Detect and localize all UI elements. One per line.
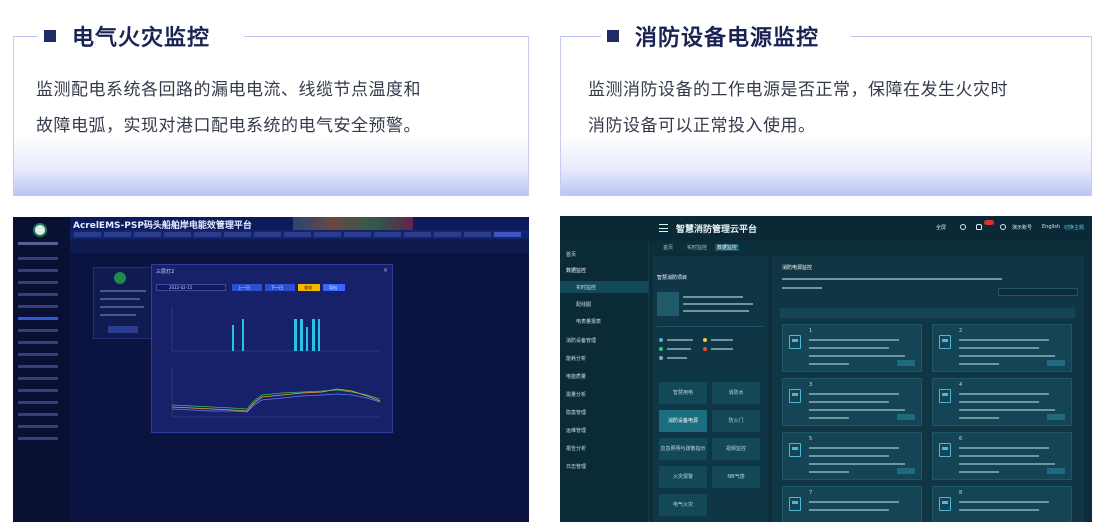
meter-icon [939, 335, 951, 349]
more-button[interactable] [1047, 360, 1065, 366]
tile-smart-electricity[interactable]: 智慧用电 [659, 382, 707, 404]
sidebar-item-home[interactable]: 首页 [566, 251, 576, 258]
device-card[interactable]: 2 [932, 324, 1072, 372]
square-bullet-icon [44, 30, 56, 42]
more-button[interactable] [1047, 414, 1065, 420]
device-card[interactable]: 1 [782, 324, 922, 372]
sidebar-item-demand[interactable]: 需量分析 [566, 391, 586, 398]
settings-icon[interactable] [960, 224, 966, 230]
modal-title: 三层灯2 [156, 269, 175, 275]
app-title: 智慧消防管理云平台 [676, 225, 758, 235]
group-header [780, 308, 1075, 318]
sidebar-item-report[interactable]: 报告分析 [566, 445, 586, 452]
sidebar: 首页 数据监控 实时监控 配线图 电表量报表 消防设备管理 能耗分析 电能质量 … [560, 241, 649, 522]
next-day-button[interactable]: 下一日 [265, 284, 295, 291]
history-modal: 三层灯2 × 2022-02-15 上一日 下一日 查询 导出 [151, 264, 393, 433]
project-panel: 智慧消防项目 智慧用电 消防水 消防设备电源 防火门 应急照明与疏散指示 视频监… [653, 256, 768, 522]
meter-icon [939, 443, 951, 457]
device-panel: 消防电源监控 1 2 3 4 5 6 7 8 [772, 256, 1084, 522]
card-description: 监测配电系统各回路的漏电电流、线缆节点温度和 故障电弧，实现对港口配电系统的电气… [36, 80, 421, 136]
meter-icon [789, 335, 801, 349]
electrical-fire-platform-screenshot: AcrelEMS-PSP码头船舶岸电能效管理平台 三层灯2 × 2022-02-… [13, 217, 529, 522]
fire-cloud-platform-screenshot: 智慧消防管理云平台 全屏 演示账号 English 切换主题 首页 数据监控 实… [560, 216, 1092, 522]
meter-icon [789, 443, 801, 457]
meter-icon [789, 389, 801, 403]
tile-fire-water[interactable]: 消防水 [712, 382, 760, 404]
tile-electrical-fire[interactable]: 电气火灾 [659, 494, 707, 516]
device-card[interactable]: 4 [932, 378, 1072, 426]
prev-day-button[interactable]: 上一日 [232, 284, 262, 291]
sidebar-item-realtime[interactable]: 实时监控 [576, 284, 596, 291]
bell-icon[interactable] [976, 224, 982, 230]
close-icon[interactable]: × [383, 267, 388, 274]
temperature-chart [171, 367, 381, 418]
square-bullet-icon [607, 30, 619, 42]
device-card[interactable]: 5 [782, 432, 922, 480]
top-bar: 智慧消防管理云平台 全屏 演示账号 English 切换主题 [560, 216, 1092, 241]
sidebar-item-wiring[interactable]: 配线图 [576, 301, 591, 308]
tile-fire-door[interactable]: 防火门 [712, 410, 760, 432]
meter-icon [789, 497, 801, 511]
device-card[interactable]: 7 [782, 486, 922, 522]
device-card[interactable]: 6 [932, 432, 1072, 480]
sidebar [13, 217, 70, 522]
sidebar-item-power-quality[interactable]: 电能质量 [566, 373, 586, 380]
meter-icon [939, 497, 951, 511]
more-button[interactable] [897, 414, 915, 420]
meter-icon [939, 389, 951, 403]
leakage-current-chart [171, 307, 380, 352]
device-info-panel [93, 267, 153, 339]
logo-icon [33, 223, 47, 237]
sidebar-item-energy[interactable]: 能耗分析 [566, 355, 586, 362]
tile-nb-gas[interactable]: NB气感 [712, 466, 760, 488]
card-title: 电气火灾监控 [72, 26, 211, 51]
tile-fire-equipment-power[interactable]: 消防设备电源 [659, 410, 707, 432]
tab-strip [70, 230, 529, 239]
sidebar-item-hazard[interactable]: 隐患管理 [566, 409, 586, 416]
section-title: 消防电源监控 [782, 265, 813, 271]
fullscreen-button[interactable]: 全屏 [936, 224, 946, 231]
sidebar-item-log[interactable]: 日志管理 [566, 463, 586, 470]
tile-emergency-lighting[interactable]: 应急照明与疏散指示 [659, 438, 707, 460]
device-card[interactable]: 3 [782, 378, 922, 426]
building-icon [657, 292, 679, 316]
tile-fire-alarm[interactable]: 火灾报警 [659, 466, 707, 488]
card-title: 消防设备电源监控 [635, 26, 820, 51]
tab-data-monitor[interactable]: 数据监控 [715, 244, 740, 251]
project-name: 智慧消防项目 [657, 275, 688, 281]
more-button[interactable] [1047, 468, 1065, 474]
query-button[interactable]: 查询 [298, 284, 320, 291]
search-input[interactable] [998, 288, 1078, 296]
menu-icon[interactable] [659, 224, 668, 232]
sidebar-item-data-monitor[interactable]: 数据监控 [566, 267, 586, 274]
card-description: 监测消防设备的工作电源是否正常，保障在发生火灾时 消防设备可以正常投入使用。 [588, 80, 1008, 136]
more-button[interactable] [897, 360, 915, 366]
sidebar-item-maintenance[interactable]: 运维管理 [566, 427, 586, 434]
language-button[interactable]: English [1042, 224, 1060, 230]
tab-bar: 首页 实时监控 数据监控 [649, 241, 1092, 253]
tab-realtime[interactable]: 实时监控 [687, 244, 707, 251]
export-button[interactable]: 导出 [323, 284, 345, 291]
more-button[interactable] [897, 468, 915, 474]
date-input[interactable]: 2022-02-15 [156, 284, 226, 291]
page: 电气火灾监控 监测配电系统各回路的漏电电流、线缆节点温度和 故障电弧，实现对港口… [0, 0, 1115, 526]
tab-home[interactable]: 首页 [663, 244, 673, 251]
account-name[interactable]: 演示账号 [1012, 224, 1032, 231]
device-card[interactable]: 8 [932, 486, 1072, 522]
card-header: 消防设备电源监控 [601, 20, 826, 52]
fire-equipment-power-card: 消防设备电源监控 监测消防设备的工作电源是否正常，保障在发生火灾时 消防设备可以… [560, 20, 1092, 196]
notification-badge [984, 220, 994, 225]
theme-switch-button[interactable]: 切换主题 [1064, 224, 1084, 231]
sidebar-item-meter-report[interactable]: 电表量报表 [576, 318, 601, 325]
card-header: 电气火灾监控 [38, 20, 217, 52]
help-icon[interactable] [1000, 224, 1006, 230]
electrical-fire-card: 电气火灾监控 监测配电系统各回路的漏电电流、线缆节点温度和 故障电弧，实现对港口… [13, 20, 529, 196]
sidebar-item-equipment[interactable]: 消防设备管理 [566, 337, 596, 344]
tile-video[interactable]: 视频监控 [712, 438, 760, 460]
